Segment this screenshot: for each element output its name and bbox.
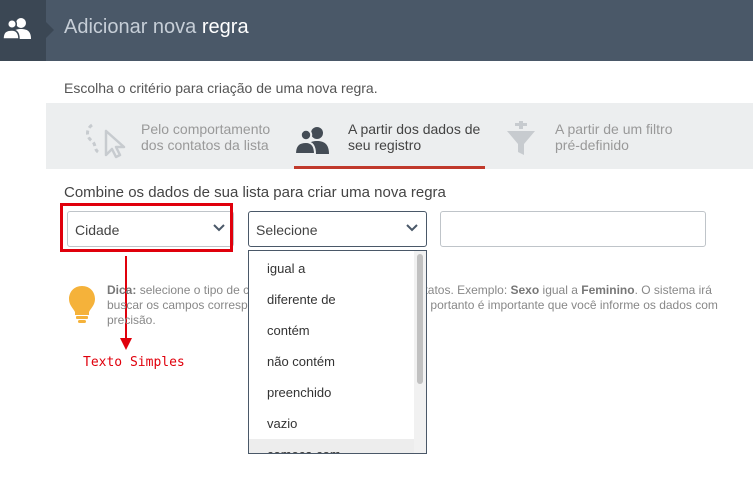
funnel-icon [507, 121, 535, 155]
users-icon [294, 127, 329, 155]
tab-predefined-filter[interactable]: A partir de um filtro pré-definido [501, 103, 741, 169]
list-item[interactable]: não contém [249, 346, 414, 377]
cursor-path-icon [86, 123, 126, 159]
chevron-down-icon [406, 224, 418, 232]
lightbulb-icon [69, 286, 95, 323]
combine-label: Combine os dados de sua lista para criar… [64, 184, 446, 201]
list-item[interactable]: contém [249, 315, 414, 346]
tab-predefined-filter-label: A partir de um filtro pré-definido [555, 121, 673, 153]
list-item[interactable]: vazio [249, 408, 414, 439]
operator-dropdown[interactable]: igual a diferente de contém não contém p… [248, 250, 427, 454]
annotation-arrow-head [120, 338, 132, 350]
tab-register-data-label: A partir dos dados de seu registro [348, 121, 481, 153]
page-title: Adicionar nova regra [64, 16, 249, 38]
annotation-text: Texto Simples [83, 355, 185, 370]
list-item[interactable]: igual a [249, 253, 414, 284]
header-notch [46, 22, 54, 38]
value-input[interactable] [440, 211, 706, 247]
list-item[interactable]: diferente de [249, 284, 414, 315]
users-icon [2, 18, 31, 40]
header-bar: Adicionar nova regra [0, 0, 753, 61]
scrollbar-thumb[interactable] [417, 254, 423, 384]
tab-behavior-label: Pelo comportamento dos contatos da lista [141, 121, 271, 153]
tab-register-data[interactable]: A partir dos dados de seu registro [294, 103, 485, 169]
active-tab-indicator [294, 166, 485, 169]
tab-behavior[interactable]: Pelo comportamento dos contatos da lista [78, 103, 293, 169]
rule-dialog: Adicionar nova regra Escolha o critério … [0, 0, 753, 503]
header-icon-box [0, 0, 46, 61]
operator-select-value: Selecione [256, 222, 318, 238]
list-item[interactable]: começa com [249, 439, 414, 453]
scrollbar-track[interactable] [414, 251, 426, 453]
list-item[interactable]: preenchido [249, 377, 414, 408]
subtitle: Escolha o critério para criação de uma n… [64, 80, 378, 96]
operator-select[interactable]: Selecione [248, 211, 427, 247]
highlight-box [60, 203, 233, 252]
criteria-tabs: Pelo comportamento dos contatos da lista… [46, 103, 753, 169]
